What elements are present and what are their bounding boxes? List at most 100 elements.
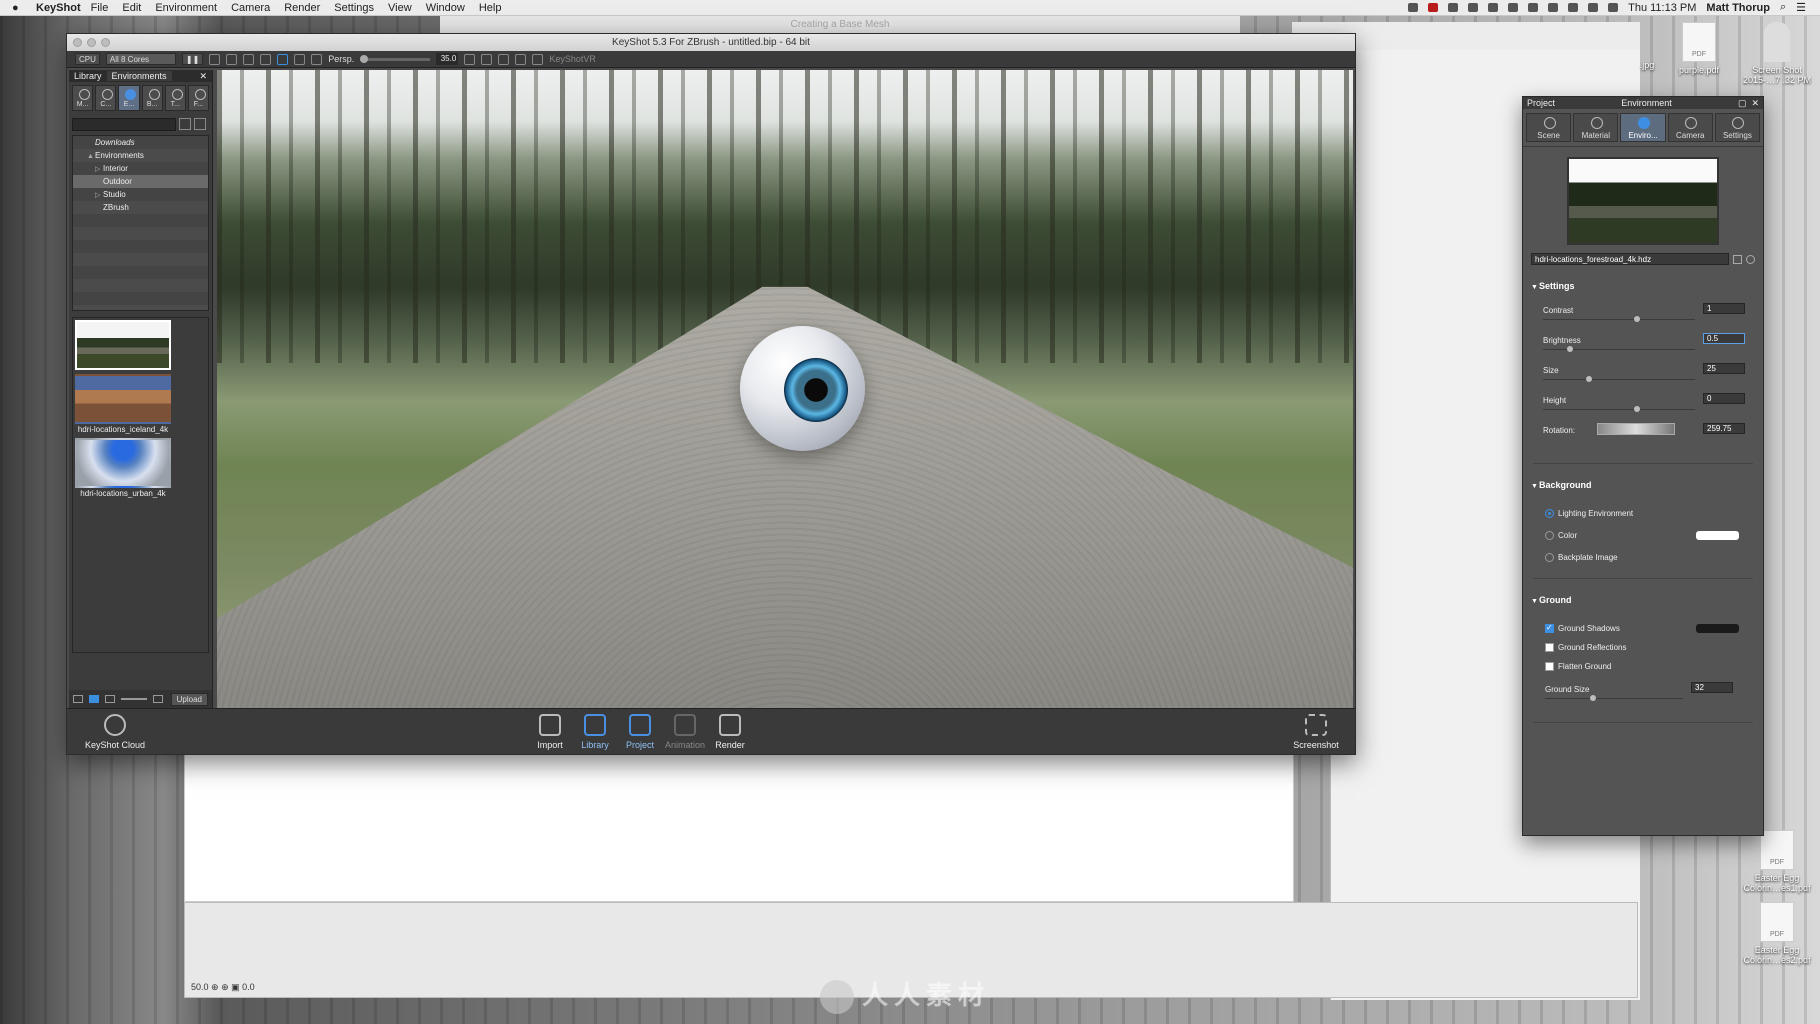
menu-edit[interactable]: Edit xyxy=(122,2,141,14)
record-icon[interactable] xyxy=(1428,3,1439,12)
list-view-icon[interactable] xyxy=(73,695,83,703)
slider-knob[interactable] xyxy=(1634,406,1641,412)
ground-reflections-checkbox[interactable] xyxy=(1545,643,1554,652)
menubar-user[interactable]: Matt Thorup xyxy=(1706,2,1770,14)
minimize-window-icon[interactable] xyxy=(87,38,96,47)
spotlight-icon[interactable]: ⌕ xyxy=(1780,1,1786,14)
flatten-ground-row[interactable]: Flatten Ground xyxy=(1523,657,1763,676)
height-slider[interactable] xyxy=(1543,406,1695,412)
eyeball-model[interactable] xyxy=(740,326,865,451)
tab-environments[interactable]: Environments xyxy=(106,71,172,81)
screenshot-tool-icon[interactable] xyxy=(226,53,238,65)
slider-knob[interactable] xyxy=(1567,346,1574,352)
dropbox-icon[interactable] xyxy=(1408,3,1419,12)
fov-slider[interactable] xyxy=(360,54,431,63)
menu-camera[interactable]: Camera xyxy=(231,2,270,14)
category-backplates[interactable]: B... xyxy=(141,85,163,111)
cores-select[interactable]: All 8 Cores xyxy=(105,53,176,65)
desktop-file-easter-egg-2[interactable]: Easter Egg Colorin…es2.pdf xyxy=(1742,902,1812,965)
geometry-view-icon[interactable] xyxy=(481,53,493,65)
menu-help[interactable]: Help xyxy=(479,2,502,14)
height-field[interactable]: 0 xyxy=(1703,393,1745,404)
refresh-icon[interactable] xyxy=(277,53,289,65)
ground-shadows-checkbox[interactable] xyxy=(1545,623,1554,633)
radio-button[interactable] xyxy=(1545,552,1554,562)
contrast-slider[interactable] xyxy=(1543,316,1695,322)
ground-size-slider[interactable] xyxy=(1545,695,1683,701)
apple-menu-icon[interactable]: ● xyxy=(12,2,26,14)
tab-camera[interactable]: Camera xyxy=(1667,113,1713,142)
bg-option-color[interactable]: Color xyxy=(1523,524,1763,546)
zoom-in-icon[interactable] xyxy=(153,695,163,703)
bg-option-lighting[interactable]: Lighting Environment xyxy=(1523,502,1763,524)
slider-knob[interactable] xyxy=(1590,695,1597,701)
environment-thumbnail[interactable]: hdri-locations_urban_4k xyxy=(75,438,171,498)
bluetooth-icon[interactable] xyxy=(1548,3,1559,12)
menu-settings[interactable]: Settings xyxy=(334,2,374,14)
tree-item-downloads[interactable]: Downloads xyxy=(73,136,208,149)
desktop-file-easter-egg-1[interactable]: Easter Egg Colorin…es1.pdf xyxy=(1742,830,1812,893)
open-folder-icon[interactable] xyxy=(1733,254,1742,264)
sync-icon[interactable] xyxy=(1488,3,1499,12)
background-section-header[interactable]: ▼Background xyxy=(1523,480,1763,490)
keyshotvr-button[interactable]: KeyShotVR xyxy=(549,54,596,64)
tree-item-outdoor[interactable]: Outdoor xyxy=(73,175,208,188)
environment-thumbnail[interactable] xyxy=(75,320,171,370)
category-materials[interactable]: M... xyxy=(72,85,94,111)
tab-settings[interactable]: Settings xyxy=(1714,113,1761,142)
desktop-file-screenshot[interactable]: Screen Shot 2015-…7 .32 PM xyxy=(1742,22,1812,85)
add-folder-icon[interactable] xyxy=(194,118,206,130)
ground-size-field[interactable]: 32 xyxy=(1691,682,1733,693)
project-panel-header[interactable]: Project Environment ▢ ✕ xyxy=(1523,97,1763,109)
environment-thumbnail[interactable]: hdri-locations_iceland_4k xyxy=(75,374,171,434)
settings-section-header[interactable]: ▼Settings xyxy=(1523,281,1763,291)
disclosure-triangle-icon[interactable]: ▲ xyxy=(87,150,95,163)
detach-panel-icon[interactable]: ▢ xyxy=(1738,98,1747,109)
menubar-clock[interactable]: Thu 11:13 PM xyxy=(1628,2,1696,14)
background-color-swatch[interactable] xyxy=(1696,530,1739,540)
keyshot-cloud-button[interactable]: KeyShot Cloud xyxy=(77,714,153,750)
tab-environment[interactable]: Enviro... xyxy=(1620,113,1666,142)
rotation-field[interactable]: 259.75 xyxy=(1703,423,1745,434)
zoom-window-icon[interactable] xyxy=(101,38,110,47)
close-panel-icon[interactable]: ✕ xyxy=(194,71,212,82)
bg-option-backplate[interactable]: Backplate Image xyxy=(1523,546,1763,568)
close-panel-icon[interactable]: ✕ xyxy=(1751,98,1759,109)
wifi-icon[interactable] xyxy=(1568,3,1579,12)
category-environments[interactable]: E... xyxy=(118,85,140,111)
presentation-icon[interactable] xyxy=(515,53,527,65)
close-window-icon[interactable] xyxy=(73,38,82,47)
tree-item-interior[interactable]: ▷ Interior xyxy=(73,162,208,175)
tree-item-studio[interactable]: ▷ Studio xyxy=(73,188,208,201)
zoom-out-icon[interactable] xyxy=(105,695,115,703)
ground-reflections-row[interactable]: Ground Reflections xyxy=(1523,638,1763,657)
reset-icon[interactable] xyxy=(1746,254,1755,264)
brightness-field[interactable]: 0.5 xyxy=(1703,333,1745,344)
battery-icon[interactable] xyxy=(1608,3,1619,12)
contrast-field[interactable]: 1 xyxy=(1703,303,1745,314)
size-slider[interactable] xyxy=(1543,376,1695,382)
brightness-slider[interactable] xyxy=(1543,346,1695,352)
pause-button[interactable]: ❚❚ xyxy=(181,53,204,65)
tree-item-zbrush[interactable]: ZBrush xyxy=(73,201,208,214)
category-favorites[interactable]: F... xyxy=(187,85,210,111)
rotation-dial[interactable] xyxy=(1597,423,1675,435)
grid-view-icon[interactable] xyxy=(89,695,99,703)
slider-knob[interactable] xyxy=(1585,376,1592,382)
performance-mode-icon[interactable] xyxy=(498,53,510,65)
tree-item-environments[interactable]: ▲Environments xyxy=(73,149,208,162)
menu-file[interactable]: File xyxy=(91,2,109,14)
upload-button[interactable]: Upload xyxy=(170,692,208,706)
ground-section-header[interactable]: ▼Ground xyxy=(1523,595,1763,605)
ground-shadows-row[interactable]: Ground Shadows xyxy=(1523,619,1763,638)
arrows-icon[interactable] xyxy=(209,53,221,65)
desktop-file-jpg[interactable]: .jpg xyxy=(1612,60,1682,70)
dolly-icon[interactable] xyxy=(311,53,323,65)
tab-scene[interactable]: Scene xyxy=(1526,113,1572,142)
flatten-ground-checkbox[interactable] xyxy=(1545,662,1554,671)
render-viewport[interactable] xyxy=(217,70,1353,708)
menu-window[interactable]: Window xyxy=(426,2,465,14)
environment-preview[interactable] xyxy=(1567,157,1719,245)
slider-knob[interactable] xyxy=(1634,316,1641,322)
menu-render[interactable]: Render xyxy=(284,2,320,14)
